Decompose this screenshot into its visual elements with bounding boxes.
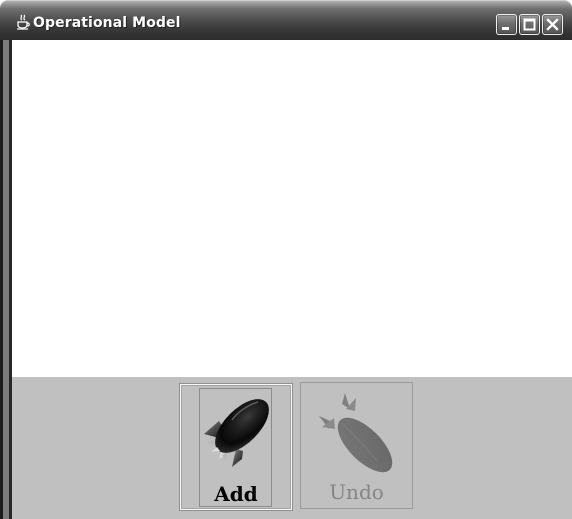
undo-button-label: Undo xyxy=(329,480,384,504)
title-bar[interactable]: Operational Model xyxy=(0,0,572,40)
java-coffee-cup-icon xyxy=(17,14,30,30)
rocket-disabled-icon xyxy=(319,393,393,473)
window-left-border xyxy=(0,40,12,519)
application-window: Operational Model Add Undo xyxy=(0,0,572,519)
undo-button[interactable]: Undo xyxy=(300,382,413,509)
add-button-label: Add xyxy=(214,482,258,506)
maximize-button[interactable] xyxy=(519,14,540,35)
minimize-icon xyxy=(502,27,509,30)
rocket-icon xyxy=(204,399,269,467)
close-icon xyxy=(546,18,559,31)
bottom-toolbar: Add Undo xyxy=(12,377,572,519)
drawing-canvas[interactable] xyxy=(12,40,572,377)
close-button[interactable] xyxy=(542,14,563,35)
window-title: Operational Model xyxy=(33,15,181,31)
add-button[interactable]: Add xyxy=(179,383,293,511)
maximize-icon xyxy=(523,18,536,31)
minimize-button[interactable] xyxy=(496,14,517,35)
